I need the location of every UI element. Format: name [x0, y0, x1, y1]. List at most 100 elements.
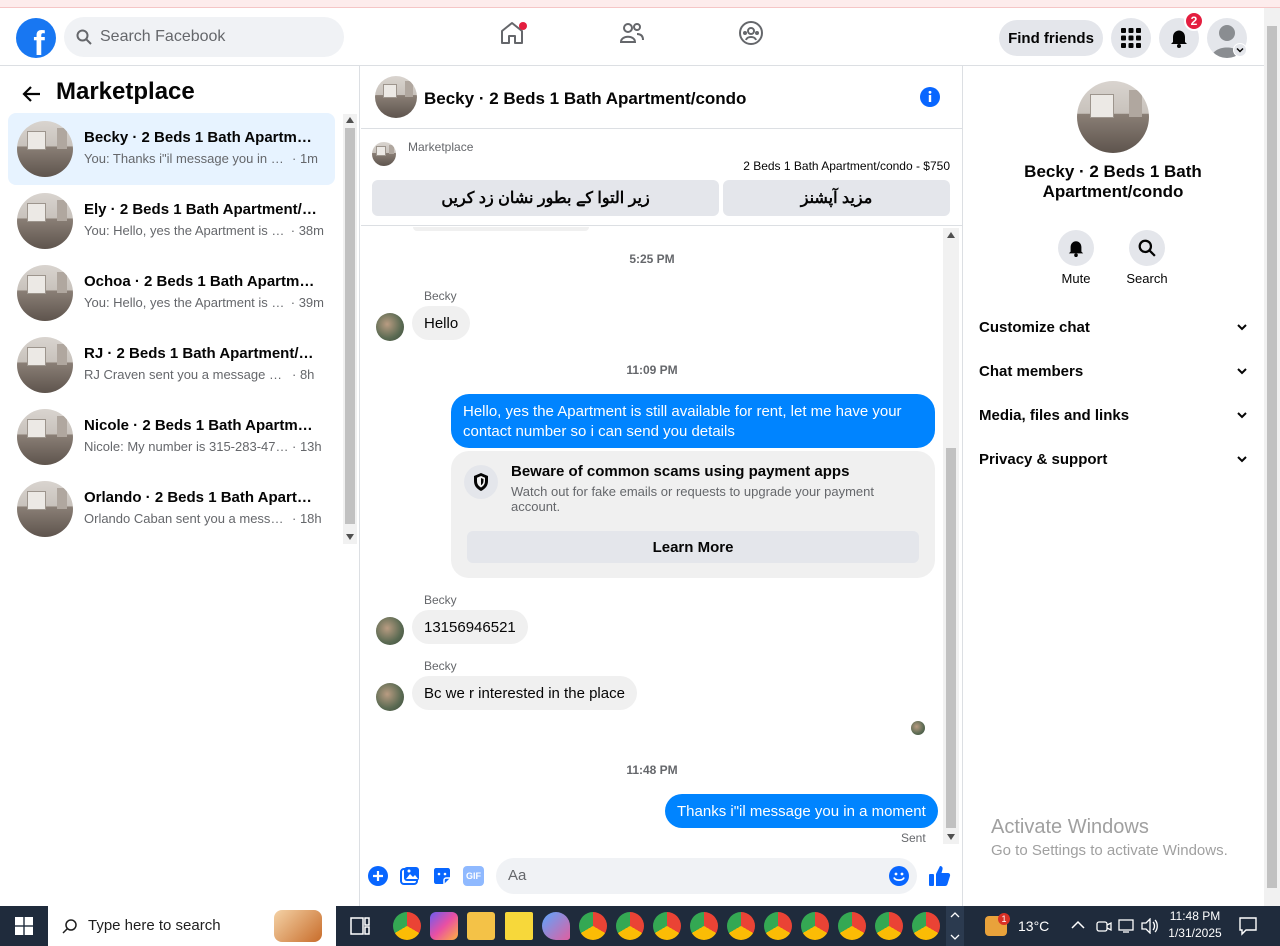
chrome-profile-icon[interactable]: [616, 912, 644, 940]
chrome-profile-icon[interactable]: [690, 912, 718, 940]
chrome-profile-icon[interactable]: [653, 912, 681, 940]
copilot-app-icon[interactable]: [430, 912, 458, 940]
info-icon[interactable]: [919, 86, 941, 108]
conversation-name: Ochoa · 2 Beds 1 Bath Apartment/condo: [84, 273, 319, 290]
facebook-logo[interactable]: f: [16, 18, 56, 58]
section-label: Chat members: [979, 362, 1084, 380]
photo-icon[interactable]: [400, 866, 420, 886]
message-bubble-incoming[interactable]: Hello: [412, 306, 471, 340]
more-options-button[interactable]: مزید آپشنز: [723, 180, 950, 216]
read-receipt-avatar: [911, 721, 925, 735]
preview-text: You: Hello, yes the Apartment is still a…: [84, 295, 288, 310]
conversation-preview: Nicole: My number is 315-283-4721 · 13h: [84, 439, 324, 454]
search-in-conversation-icon[interactable]: [1129, 230, 1165, 266]
preview-text: You: Thanks i"il message you in a moment: [84, 151, 289, 166]
conversation-name: RJ · 2 Beds 1 Bath Apartment/condo: [84, 345, 319, 362]
gif-icon[interactable]: GIF: [463, 866, 484, 886]
meet-now-icon[interactable]: [1096, 918, 1112, 934]
sticky-notes-icon[interactable]: [505, 912, 533, 940]
chrome-profile-icon[interactable]: [764, 912, 792, 940]
activate-windows-watermark: Activate Windows Go to Settings to activ…: [991, 816, 1228, 859]
watermark-subtitle: Go to Settings to activate Windows.: [991, 842, 1228, 859]
mute-bell-icon[interactable]: [1058, 230, 1094, 266]
facebook-header: f Search Facebook Find friends 2: [0, 8, 1264, 66]
page-scrollbar[interactable]: [1264, 8, 1280, 906]
file-explorer-icon[interactable]: [467, 912, 495, 940]
search-icon: [62, 919, 77, 934]
conversation-list-scrollbar[interactable]: [343, 114, 357, 544]
volume-icon[interactable]: [1141, 918, 1159, 934]
chat-info-photo[interactable]: [1077, 81, 1149, 153]
media-files-links-section[interactable]: Media, files and links: [979, 393, 1249, 437]
conversation-item[interactable]: Ochoa · 2 Beds 1 Bath Apartment/condo Yo…: [8, 257, 335, 329]
chrome-profile-icon[interactable]: [838, 912, 866, 940]
notification-center-icon[interactable]: [1238, 916, 1258, 936]
task-view-icon[interactable]: [350, 917, 370, 935]
scam-warning-body: Watch out for fake emails or requests to…: [511, 484, 874, 514]
chevron-down-icon: [1237, 412, 1247, 419]
notification-count-badge: 2: [1184, 11, 1204, 31]
taskbar-clock[interactable]: 11:48 PM 1/31/2025: [1160, 908, 1230, 942]
clock-date: 1/31/2025: [1168, 926, 1222, 940]
conversation-item[interactable]: RJ · 2 Beds 1 Bath Apartment/condo RJ Cr…: [8, 329, 335, 401]
customize-chat-section[interactable]: Customize chat: [979, 305, 1249, 349]
learn-more-button[interactable]: Learn More: [467, 531, 919, 563]
temperature-readout[interactable]: 13°C: [1018, 918, 1049, 934]
mute-label: Mute: [1061, 271, 1091, 286]
chrome-profile-icon[interactable]: [912, 912, 940, 940]
windows-start-icon[interactable]: [15, 917, 33, 935]
message-bubble-incoming[interactable]: Bc we r interested in the place: [412, 676, 637, 710]
back-arrow-icon[interactable]: [22, 84, 42, 104]
clock-time: 11:48 PM: [1169, 909, 1221, 923]
message-input[interactable]: Aa: [496, 858, 917, 894]
message-bubble-outgoing[interactable]: Thanks i"il message you in a moment: [665, 794, 938, 828]
scrollbar-thumb[interactable]: [345, 128, 355, 524]
paint-app-icon[interactable]: [542, 912, 570, 940]
conversation-item[interactable]: Nicole · 2 Beds 1 Bath Apartment/condo N…: [8, 401, 335, 473]
banner-marketplace-label: Marketplace: [408, 140, 474, 154]
plus-icon[interactable]: [368, 866, 388, 886]
windows-taskbar: Type here to search 1 13°C 11:48 PM 1/31…: [0, 906, 1280, 946]
chat-scrollbar[interactable]: [943, 228, 959, 844]
scrollbar-thumb[interactable]: [1267, 26, 1277, 888]
menu-grid-icon[interactable]: [1111, 18, 1151, 58]
search-facebook-input[interactable]: Search Facebook: [64, 17, 344, 57]
thumbs-up-icon[interactable]: [928, 864, 952, 888]
chrome-profile-icon[interactable]: [875, 912, 903, 940]
becky-avatar[interactable]: [376, 617, 404, 645]
chrome-profile-icon[interactable]: [801, 912, 829, 940]
find-friends-button[interactable]: Find friends: [999, 20, 1103, 56]
groups-icon[interactable]: [738, 20, 764, 46]
network-icon[interactable]: [1118, 918, 1136, 934]
account-chevron-down-icon[interactable]: [1233, 43, 1247, 57]
chrome-app-icon[interactable]: [393, 912, 421, 940]
friends-icon[interactable]: [619, 20, 645, 46]
sticker-icon[interactable]: [432, 866, 452, 886]
chat-listing-photo[interactable]: [375, 76, 417, 118]
scrollbar-thumb[interactable]: [946, 448, 956, 828]
marketplace-title: Marketplace: [56, 78, 195, 105]
privacy-support-section[interactable]: Privacy & support: [979, 437, 1249, 481]
chat-title[interactable]: Becky · 2 Beds 1 Bath Apartment/condo: [424, 89, 746, 109]
conversation-item[interactable]: Orlando · 2 Beds 1 Bath Apartment/condo …: [8, 473, 335, 545]
chrome-profile-icon[interactable]: [579, 912, 607, 940]
conversation-preview: You: Hello, yes the Apartment is still a…: [84, 223, 324, 238]
becky-avatar[interactable]: [376, 683, 404, 711]
chrome-profile-icon[interactable]: [727, 912, 755, 940]
conversation-item[interactable]: Becky · 2 Beds 1 Bath Apartment/condo Yo…: [8, 113, 335, 185]
conversation-item[interactable]: Ely · 2 Beds 1 Bath Apartment/condo You:…: [8, 185, 335, 257]
taskbar-overflow-scroller[interactable]: [946, 906, 964, 946]
emoji-icon[interactable]: [889, 866, 909, 886]
chevron-up-icon[interactable]: [1071, 920, 1085, 930]
message-bubble-outgoing[interactable]: Hello, yes the Apartment is still availa…: [451, 394, 935, 448]
timestamp: 5:25 PM: [629, 252, 675, 266]
taskbar-search-box[interactable]: Type here to search: [48, 906, 336, 946]
message-bubble-incoming[interactable]: 13156946521: [412, 610, 528, 644]
home-notification-dot: [519, 22, 527, 30]
preview-text: RJ Craven sent you a message about your …: [84, 367, 289, 382]
mark-as-pending-button[interactable]: زیر التوا کے بطور نشان زد کریں: [372, 180, 719, 216]
marketplace-inbox-panel: Marketplace Becky · 2 Beds 1 Bath Apartm…: [0, 66, 360, 906]
becky-avatar[interactable]: [376, 313, 404, 341]
search-highlight-image-icon: [274, 910, 322, 942]
chat-members-section[interactable]: Chat members: [979, 349, 1249, 393]
